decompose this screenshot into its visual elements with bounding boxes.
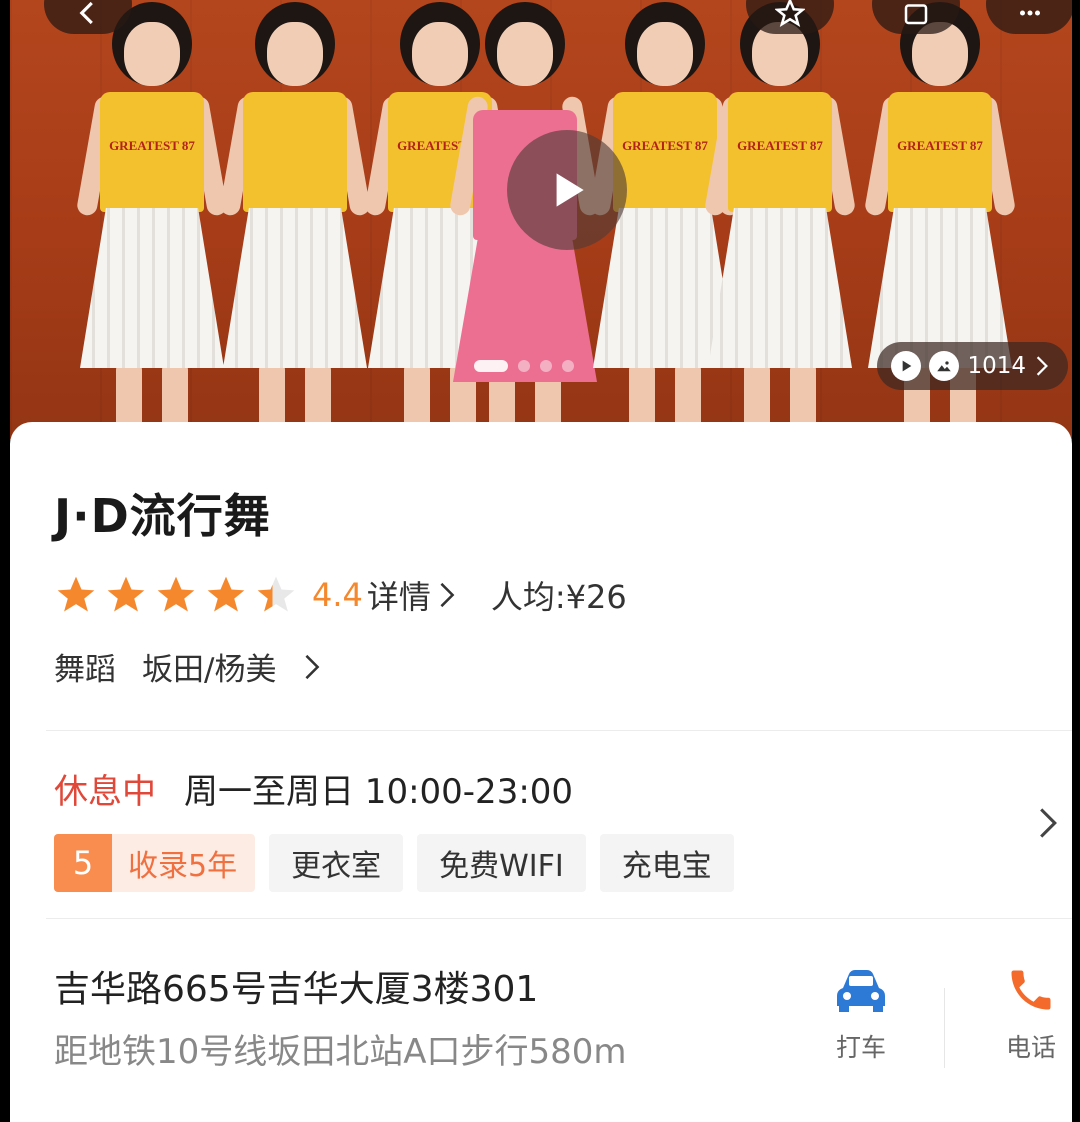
carousel-dot: [540, 360, 552, 372]
opening-hours: 周一至周日 10:00-23:00: [184, 772, 574, 812]
business-hours-row[interactable]: 休息中 周一至周日 10:00-23:00: [54, 764, 573, 813]
photo-icon: [929, 351, 960, 381]
divider: [46, 730, 1072, 731]
carousel-dots: [474, 360, 574, 372]
facility-tags: 5 收录5年 更衣室 免费WIFI 充电宝: [54, 834, 734, 892]
play-icon: [556, 173, 584, 207]
shirt-print: GREATEST 87: [109, 137, 195, 153]
back-icon: [79, 1, 93, 25]
star-outline-icon: [775, 0, 805, 28]
chevron-right-icon[interactable]: [1036, 806, 1060, 840]
video-play-button[interactable]: [507, 130, 627, 250]
rating-star-icon: [107, 576, 145, 612]
hero-gallery[interactable]: GREATEST 87 GREATEST 87 GREATEST 87 GREATES…: [10, 0, 1072, 440]
more-icon: [1020, 10, 1040, 16]
media-count-pill[interactable]: 1014: [877, 342, 1068, 390]
rating-stars: [54, 573, 298, 617]
dancer-figure: GREATEST 87: [72, 0, 232, 440]
taxi-label: 打车: [835, 1033, 886, 1062]
listed-years-label: 收录5年: [128, 849, 238, 884]
shirt-print: GREATEST 87: [737, 137, 823, 153]
carousel-dot: [474, 360, 508, 372]
phone-button[interactable]: 电话: [986, 964, 1076, 1064]
shop-info-card: J·D流行舞 4.4 详情 人均:¥26 舞蹈 坂田/杨美 休息中 周一至周日 …: [10, 422, 1072, 1122]
phone-icon: [1011, 970, 1051, 1010]
rating-details-link[interactable]: 详情: [367, 572, 431, 618]
open-status: 休息中: [54, 772, 156, 812]
car-icon: [837, 970, 885, 1012]
area-label: 坂田/杨美: [142, 652, 277, 688]
taxi-button[interactable]: 打车: [816, 964, 906, 1064]
carousel-dot: [562, 360, 574, 372]
rating-row[interactable]: 4.4 详情 人均:¥26: [54, 572, 627, 618]
shop-address[interactable]: 吉华路665号吉华大厦3楼301: [54, 960, 538, 1012]
screen-edge: [1072, 0, 1080, 1104]
shop-name: J·D流行舞: [54, 489, 271, 543]
rating-star-icon: [207, 576, 245, 612]
divider: [46, 918, 1072, 919]
rating-star-icon: [257, 576, 295, 612]
share-icon: [904, 4, 928, 25]
facility-tag: 免费WIFI: [417, 834, 586, 892]
avg-price: 人均:¥26: [490, 578, 627, 616]
chevron-right-icon: [440, 582, 455, 608]
rating-score: 4.4: [312, 576, 363, 614]
media-count: 1014: [967, 353, 1026, 379]
screen-edge: [0, 0, 10, 1104]
chevron-right-icon: [1036, 356, 1048, 376]
more-button[interactable]: [986, 0, 1072, 34]
action-divider: [944, 988, 945, 1068]
shirt-print: GREATEST 87: [897, 137, 983, 153]
phone-label: 电话: [1005, 1033, 1056, 1062]
rating-star-icon: [157, 576, 195, 612]
carousel-dot: [518, 360, 530, 372]
dancer-figure: GREATEST 87: [700, 0, 860, 440]
listed-years-number: 5: [54, 834, 112, 892]
facility-tag: 充电宝: [599, 834, 734, 892]
category-label: 舞蹈: [54, 652, 116, 688]
facility-tag: 更衣室: [269, 834, 404, 892]
video-icon: [891, 351, 922, 381]
rating-star-icon: [57, 576, 95, 612]
chevron-right-icon: [305, 654, 320, 679]
category-row[interactable]: 舞蹈 坂田/杨美: [54, 644, 322, 689]
dancer-figure: [218, 0, 372, 440]
listed-years-badge: 5 收录5年: [54, 834, 256, 892]
metro-distance: 距地铁10号线坂田北站A口步行580m: [54, 1032, 627, 1072]
